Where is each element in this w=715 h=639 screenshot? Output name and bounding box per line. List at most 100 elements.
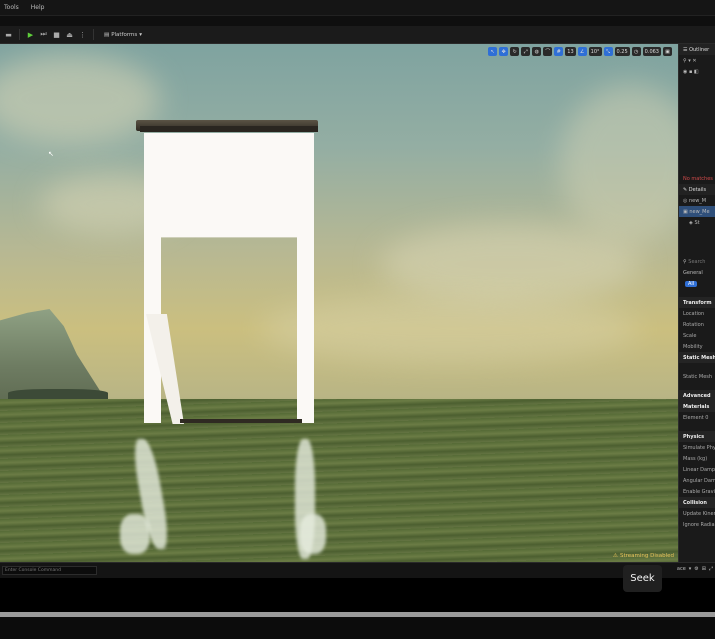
menu-bar: Tools Help xyxy=(0,0,715,16)
outliner-list xyxy=(679,77,715,173)
platforms-label: Platforms xyxy=(111,31,138,38)
field-mobility[interactable]: Mobility xyxy=(679,341,715,352)
video-letterbox xyxy=(0,578,715,612)
select-mode-icon[interactable]: ↖ xyxy=(488,47,498,56)
field-static-mesh[interactable]: Static Mesh xyxy=(679,371,715,382)
expand-icon[interactable]: ⤢ xyxy=(709,566,713,572)
warning-icon: ⚠ xyxy=(613,553,618,559)
section-collision[interactable]: Collision xyxy=(679,497,715,508)
source-control-icon[interactable]: ⊞ xyxy=(702,566,706,572)
level-viewport[interactable]: ↖ ↖ ✥ ↻ ⤢ ◍ ⌒ # 13 ∠ 10° ⤡ 0.25 ◷ 0.063 … xyxy=(0,44,678,562)
field-element-0[interactable]: Element 0 xyxy=(679,412,715,423)
world-space-icon[interactable]: ◍ xyxy=(532,47,542,56)
sea-surface xyxy=(0,399,678,562)
section-advanced[interactable]: Advanced xyxy=(679,390,715,401)
toolbar-separator xyxy=(93,29,94,40)
details-tab-row: All xyxy=(679,278,715,289)
field-rotation[interactable]: Rotation xyxy=(679,319,715,330)
translate-icon[interactable]: ✥ xyxy=(499,47,509,56)
scale-snap-value[interactable]: 0.25 xyxy=(614,47,630,56)
actor-name-label: new_M xyxy=(688,197,707,204)
section-physics[interactable]: Physics xyxy=(679,431,715,442)
scale-icon[interactable]: ⤢ xyxy=(521,47,531,56)
component-label: new_Me xyxy=(689,208,710,215)
maximize-viewport-icon[interactable]: ▣ xyxy=(663,47,672,56)
rotation-snap-value[interactable]: 10° xyxy=(588,47,602,56)
streaming-label: Streaming Disabled xyxy=(619,553,674,559)
field-angular-damping[interactable]: Angular Damping xyxy=(679,475,715,486)
grid-snap-value[interactable]: 13 xyxy=(565,47,576,56)
platforms-icon: ▤ xyxy=(104,31,110,38)
seek-tooltip: Seek xyxy=(623,565,662,592)
section-transform[interactable]: Transform xyxy=(679,297,715,308)
component-child-label: St xyxy=(694,219,700,226)
status-label[interactable]: ace xyxy=(677,566,686,572)
tab-strip xyxy=(0,16,715,26)
visibility-icon[interactable]: ◉ ▪ ◧ xyxy=(683,69,699,75)
scale-snap-icon[interactable]: ⤡ xyxy=(603,47,613,56)
status-bar: Enter Console Command ace ▾ ⚙ ⊞ ⤢ xyxy=(0,562,715,578)
streaming-status: ⚠ Streaming Disabled xyxy=(613,553,674,559)
mouse-cursor-icon: ↖ xyxy=(48,150,54,158)
outliner-title: ☰ Outliner xyxy=(679,44,715,55)
console-placeholder: Enter Console Command xyxy=(5,568,61,573)
chevron-down-icon: ▾ xyxy=(139,31,143,38)
details-tab-general[interactable]: General xyxy=(679,267,715,278)
menu-item-help[interactable]: Help xyxy=(31,4,45,11)
platforms-menu[interactable]: ▤ Platforms ▾ xyxy=(100,31,146,39)
filter-icon[interactable]: ⚲ ▾ ✕ xyxy=(683,58,697,64)
section-static-mesh[interactable]: Static Mesh xyxy=(679,352,715,363)
outliner-no-match: No matches xyxy=(683,175,713,182)
outliner-toolbar: ⚲ ▾ ✕ xyxy=(679,55,715,66)
grid-snap-icon[interactable]: # xyxy=(554,47,564,56)
outliner-details-panel: ☰ Outliner ⚲ ▾ ✕ ◉ ▪ ◧ No matches ✎ Deta… xyxy=(678,44,715,562)
details-search-input[interactable]: Search xyxy=(688,259,705,265)
field-mass[interactable]: Mass (kg) xyxy=(679,453,715,464)
outliner-title-label: Outliner xyxy=(689,46,710,53)
water-reflection xyxy=(120,514,150,554)
components-spacer xyxy=(679,228,715,256)
console-command-input[interactable]: Enter Console Command xyxy=(2,566,97,575)
details-actor-name[interactable]: ◎ new_M xyxy=(679,195,715,206)
chevron-down-icon[interactable]: ▾ xyxy=(689,566,692,572)
component-item[interactable]: ◈ St xyxy=(679,217,715,228)
rotation-snap-icon[interactable]: ∠ xyxy=(577,47,587,56)
details-search[interactable]: ⚲ Search xyxy=(679,256,715,267)
camera-speed-value[interactable]: 0.063 xyxy=(642,47,661,56)
field-linear-damping[interactable]: Linear Damping xyxy=(679,464,715,475)
distant-island xyxy=(8,389,108,399)
camera-speed-icon[interactable]: ◷ xyxy=(631,47,641,56)
field-enable-gravity[interactable]: Enable Gravity xyxy=(679,486,715,497)
details-title: ✎ Details xyxy=(679,184,715,195)
top-beam-shadow xyxy=(140,126,318,132)
step-icon[interactable]: ⏭ xyxy=(39,30,48,39)
bottom-rod[interactable] xyxy=(180,419,302,423)
field-location[interactable]: Location xyxy=(679,308,715,319)
more-options-icon[interactable]: ⋮ xyxy=(78,30,87,39)
section-materials[interactable]: Materials xyxy=(679,401,715,412)
field-scale[interactable]: Scale xyxy=(679,330,715,341)
menu-item-tools[interactable]: Tools xyxy=(4,4,19,11)
viewport-toolbar: ↖ ✥ ↻ ⤢ ◍ ⌒ # 13 ∠ 10° ⤡ 0.25 ◷ 0.063 ▣ xyxy=(488,47,672,56)
surface-snap-icon[interactable]: ⌒ xyxy=(543,47,553,56)
mode-icon[interactable]: ▬ xyxy=(4,30,13,39)
field-ignore-radial[interactable]: Ignore Radial xyxy=(679,519,715,530)
field-update-kinematic[interactable]: Update Kinematic xyxy=(679,508,715,519)
details-title-label: Details xyxy=(688,186,707,193)
details-tab-all[interactable]: All xyxy=(685,280,698,287)
settings-icon[interactable]: ⚙ xyxy=(694,566,698,572)
sky-cloud xyxy=(560,84,678,244)
video-controls-bar xyxy=(0,617,715,639)
main-toolbar: ▬ ▶ ⏭ ■ ⏏ ⋮ ▤ Platforms ▾ xyxy=(0,26,715,44)
play-icon[interactable]: ▶ xyxy=(26,30,35,39)
component-item-selected[interactable]: ▣ new_Me xyxy=(679,206,715,217)
eject-icon[interactable]: ⏏ xyxy=(65,30,74,39)
water-reflection xyxy=(300,514,326,554)
rotate-icon[interactable]: ↻ xyxy=(510,47,520,56)
stop-icon[interactable]: ■ xyxy=(52,30,61,39)
field-simulate-physics[interactable]: Simulate Physics xyxy=(679,442,715,453)
